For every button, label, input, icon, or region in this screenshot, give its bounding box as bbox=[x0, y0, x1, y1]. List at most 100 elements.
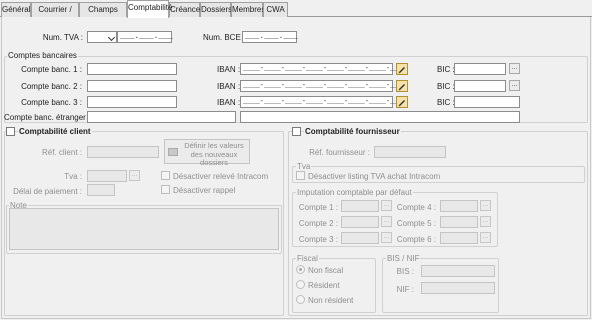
bis-label: BIS : bbox=[396, 267, 414, 276]
desactiver-releve-intracom-checkbox[interactable] bbox=[161, 171, 170, 180]
bic-3-field[interactable] bbox=[454, 96, 520, 108]
iban-3-field[interactable]: ____-____-____-____-____-____-____-__ bbox=[240, 96, 398, 108]
tva-client-label: Tva : bbox=[64, 172, 82, 181]
tab-creance[interactable]: Créance bbox=[169, 2, 200, 17]
ref-fournisseur-label: Réf. fournisseur : bbox=[309, 148, 370, 157]
compte-6-field[interactable] bbox=[440, 232, 478, 244]
fiscal-title: Fiscal bbox=[296, 254, 319, 263]
nif-field[interactable] bbox=[421, 282, 495, 294]
bic-1-browse-button[interactable]: ... bbox=[509, 63, 520, 74]
compte-banc-etranger-field[interactable] bbox=[87, 111, 236, 123]
tab-comptabilite[interactable]: Comptabilité bbox=[127, 0, 172, 18]
compte-5-field[interactable] bbox=[440, 216, 478, 228]
comptes-bancaires-title: Comptes bancaires bbox=[7, 51, 78, 60]
bic-2-label: BIC : bbox=[437, 82, 455, 91]
imputation-title: Imputation comptable par défaut bbox=[296, 188, 413, 197]
document-icon bbox=[168, 148, 178, 156]
desactiver-listing-tva-checkbox[interactable] bbox=[296, 171, 305, 180]
iban-2-field[interactable]: ____-____-____-____-____-____-____-__ bbox=[240, 80, 398, 92]
compte-banc-etranger-label: Compte banc. étranger : bbox=[4, 113, 91, 122]
compte-2-label: Compte 2 : bbox=[298, 219, 338, 228]
compte-3-label: Compte 3 : bbox=[298, 235, 338, 244]
compte-banc-etranger-detail-field[interactable] bbox=[240, 111, 520, 123]
pencil-icon[interactable] bbox=[396, 63, 408, 75]
tab-cwa[interactable]: CWA bbox=[263, 2, 288, 17]
note-textarea[interactable] bbox=[9, 208, 279, 250]
tva-label: Num. TVA : bbox=[42, 33, 83, 42]
iban-2-label: IBAN : bbox=[217, 82, 241, 91]
compte-5-label: Compte 5 : bbox=[396, 219, 436, 228]
comptabilite-fournisseur-checkbox[interactable] bbox=[292, 127, 301, 136]
desactiver-listing-tva-label: Désactiver listing TVA achat Intracom bbox=[308, 172, 441, 181]
pencil-icon[interactable] bbox=[396, 96, 408, 108]
compte-6-label: Compte 6 : bbox=[396, 235, 436, 244]
compte-banc-3-field[interactable] bbox=[87, 96, 177, 108]
tva-fournisseur-title: Tva bbox=[296, 162, 312, 171]
bis-field[interactable] bbox=[421, 265, 495, 277]
definir-valeurs-label: Définir les valeurs des nouveaux dossier… bbox=[184, 141, 244, 167]
compte-banc-2-field[interactable] bbox=[87, 80, 177, 92]
iban-1-label: IBAN : bbox=[217, 65, 241, 74]
tab-dossiers[interactable]: Dossiers bbox=[200, 2, 232, 17]
compte-6-browse-button[interactable]: ... bbox=[480, 232, 491, 243]
compte-banc-1-label: Compte banc. 1 : bbox=[21, 65, 82, 74]
definir-valeurs-button[interactable]: Définir les valeurs des nouveaux dossier… bbox=[164, 139, 250, 167]
compte-4-field[interactable] bbox=[440, 200, 478, 212]
compte-1-browse-button[interactable]: ... bbox=[381, 200, 392, 211]
compte-4-label: Compte 4 : bbox=[396, 203, 436, 212]
bce-label: Num. BCE : bbox=[203, 33, 246, 42]
tva-client-browse-button[interactable]: ... bbox=[129, 170, 140, 181]
bic-3-label: BIC : bbox=[437, 98, 455, 107]
iban-2-mask: ____-____-____-____-____-____-____-__ bbox=[243, 82, 399, 90]
tab-membres[interactable]: Membres bbox=[231, 2, 265, 17]
tva-country-select[interactable] bbox=[87, 31, 117, 43]
compte-2-field[interactable] bbox=[341, 216, 379, 228]
bce-number-field[interactable]: ___.___.___ bbox=[242, 31, 298, 43]
compte-3-browse-button[interactable]: ... bbox=[381, 232, 392, 243]
non-resident-radio[interactable] bbox=[296, 295, 305, 304]
bic-2-field[interactable] bbox=[454, 80, 506, 92]
chevron-down-icon bbox=[107, 33, 116, 42]
compte-5-browse-button[interactable]: ... bbox=[480, 216, 491, 227]
ref-fournisseur-field[interactable] bbox=[374, 146, 446, 158]
tab-courrier-autre[interactable]: Courrier / autre bbox=[31, 2, 79, 27]
compte-2-browse-button[interactable]: ... bbox=[381, 216, 392, 227]
delai-paiement-label: Délai de paiement : bbox=[13, 187, 82, 196]
iban-3-label: IBAN : bbox=[217, 98, 241, 107]
desactiver-rappel-checkbox[interactable] bbox=[161, 185, 170, 194]
bce-mask: ___.___.___ bbox=[245, 32, 298, 41]
non-resident-label: Non résident bbox=[308, 296, 354, 305]
tab-champs-extras[interactable]: Champs extras bbox=[79, 2, 127, 27]
tva-client-field[interactable] bbox=[87, 170, 127, 182]
tab-bar: Général Courrier / autre Champs extras C… bbox=[0, 0, 592, 27]
bic-2-browse-button[interactable]: ... bbox=[509, 80, 520, 91]
tva-number-field[interactable]: ___.___.___ bbox=[117, 31, 173, 43]
compte-4-browse-button[interactable]: ... bbox=[480, 200, 491, 211]
compte-3-field[interactable] bbox=[341, 232, 379, 244]
tab-general[interactable]: Général bbox=[1, 2, 31, 17]
comptabilite-fournisseur-title: Comptabilité fournisseur bbox=[304, 127, 401, 136]
iban-3-mask: ____-____-____-____-____-____-____-__ bbox=[243, 98, 399, 106]
pencil-icon[interactable] bbox=[396, 80, 408, 92]
compte-1-label: Compte 1 : bbox=[298, 203, 338, 212]
non-fiscal-radio[interactable] bbox=[296, 265, 305, 274]
compte-banc-1-field[interactable] bbox=[87, 63, 177, 75]
compte-1-field[interactable] bbox=[341, 200, 379, 212]
resident-radio[interactable] bbox=[296, 280, 305, 289]
bis-nif-title: BIS / NIF bbox=[386, 254, 421, 263]
non-fiscal-label: Non fiscal bbox=[308, 266, 344, 275]
bic-1-field[interactable] bbox=[454, 63, 506, 75]
ref-client-field[interactable] bbox=[87, 146, 159, 158]
tva-mask: ___.___.___ bbox=[120, 32, 173, 41]
desactiver-rappel-label: Désactiver rappel bbox=[173, 186, 236, 195]
iban-1-field[interactable]: ____-____-____-____-____-____-____-__ bbox=[240, 63, 398, 75]
iban-1-mask: ____-____-____-____-____-____-____-__ bbox=[243, 65, 399, 73]
compte-banc-3-label: Compte banc. 3 : bbox=[21, 98, 82, 107]
comptabilite-client-checkbox[interactable] bbox=[6, 127, 15, 136]
nif-label: NIF : bbox=[396, 285, 414, 294]
bic-1-label: BIC : bbox=[437, 65, 455, 74]
comptabilite-client-title: Comptabilité client bbox=[18, 127, 92, 136]
desactiver-releve-intracom-label: Désactiver relevé Intracom bbox=[173, 172, 269, 181]
resident-label: Résident bbox=[308, 281, 340, 290]
delai-paiement-field[interactable] bbox=[87, 184, 115, 196]
